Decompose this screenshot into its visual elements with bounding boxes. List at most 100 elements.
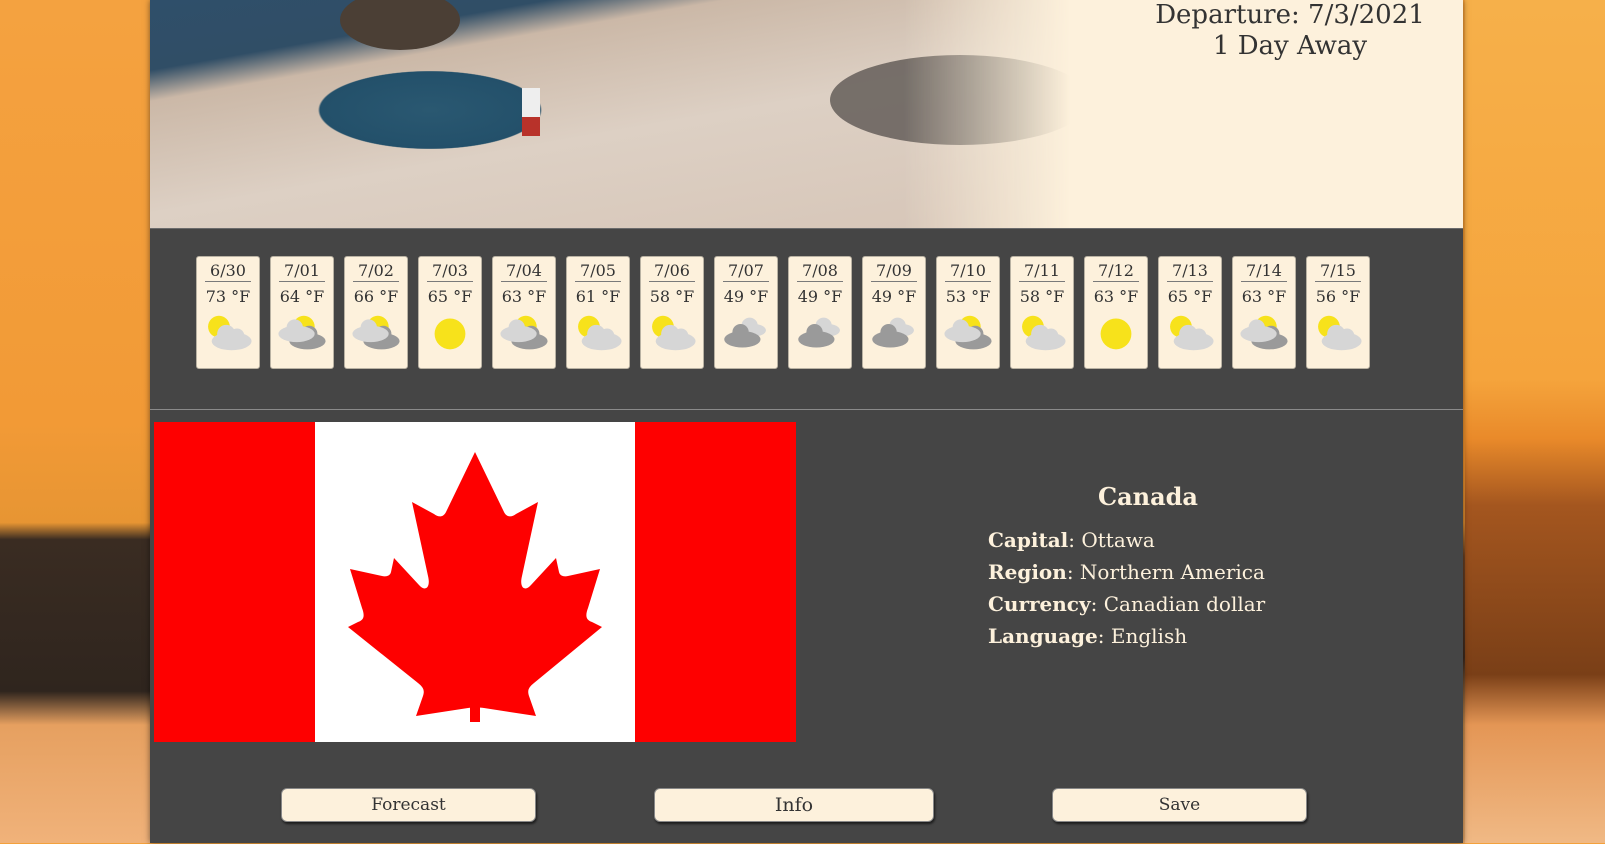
forecast-date: 7/13 bbox=[1167, 261, 1213, 282]
flag-band-left bbox=[154, 422, 315, 742]
country-section: Canada Capital: Ottawa Region: Northern … bbox=[150, 410, 1463, 844]
save-button[interactable]: Save bbox=[1052, 788, 1307, 822]
forecast-date: 7/14 bbox=[1241, 261, 1287, 282]
forecast-date: 7/11 bbox=[1019, 261, 1065, 282]
background-scenery-right bbox=[1465, 0, 1605, 843]
forecast-days: 6/30 73 °F 7/01 64 °F 7/02 66 °F 7/03 65 °F 7… bbox=[196, 256, 1370, 369]
photo-rock bbox=[340, 0, 460, 50]
forecast-day-card[interactable]: 7/13 65 °F bbox=[1158, 256, 1222, 369]
region-label: Region bbox=[988, 560, 1067, 584]
forecast-temp: 65 °F bbox=[427, 287, 473, 306]
cloudy-icon bbox=[798, 317, 840, 348]
flag-band-center bbox=[315, 422, 635, 742]
forecast-temp: 49 °F bbox=[723, 287, 769, 306]
currency-row: Currency: Canadian dollar bbox=[988, 592, 1266, 616]
forecast-day-card[interactable]: 7/14 63 °F bbox=[1232, 256, 1296, 369]
forecast-temp: 49 °F bbox=[871, 287, 917, 306]
forecast-temp: 63 °F bbox=[1093, 287, 1139, 306]
forecast-date: 7/08 bbox=[797, 261, 843, 282]
forecast-day-card[interactable]: 7/11 58 °F bbox=[1010, 256, 1074, 369]
region-value: Northern America bbox=[1079, 560, 1265, 584]
main-panel: Departure: 7/3/2021 1 Day Away 6/30 73 °F… bbox=[150, 0, 1463, 843]
forecast-date: 7/09 bbox=[871, 261, 917, 282]
sun-icon bbox=[1100, 318, 1132, 350]
currency-label: Currency bbox=[988, 592, 1091, 616]
partly-cloudy-icon bbox=[1240, 315, 1288, 350]
photo-lighthouse-reflection bbox=[522, 88, 540, 136]
partly-cloudy-icon bbox=[352, 315, 400, 350]
forecast-day-card[interactable]: 7/02 66 °F bbox=[344, 256, 408, 369]
forecast-date: 7/03 bbox=[427, 261, 473, 282]
sun-icon bbox=[434, 318, 466, 350]
forecast-day-card[interactable]: 7/08 49 °F bbox=[788, 256, 852, 369]
capital-row: Capital: Ottawa bbox=[988, 528, 1155, 552]
flag-band-right bbox=[635, 422, 796, 742]
departure-countdown: 1 Day Away bbox=[1212, 31, 1368, 61]
forecast-temp: 58 °F bbox=[1019, 287, 1065, 306]
forecast-temp: 73 °F bbox=[205, 287, 251, 306]
forecast-date: 7/02 bbox=[353, 261, 399, 282]
destination-photo bbox=[150, 0, 1070, 228]
forecast-strip: 6/30 73 °F 7/01 64 °F 7/02 66 °F 7/03 65 °F 7… bbox=[150, 229, 1463, 410]
forecast-temp: 58 °F bbox=[649, 287, 695, 306]
departure-date: Departure: 7/3/2021 bbox=[1155, 0, 1425, 30]
forecast-temp: 63 °F bbox=[1241, 287, 1287, 306]
sun-behind-cloud-icon bbox=[1022, 315, 1066, 351]
sun-behind-cloud-icon bbox=[1318, 315, 1362, 351]
country-name: Canada bbox=[1098, 482, 1198, 511]
forecast-day-card[interactable]: 7/12 63 °F bbox=[1084, 256, 1148, 369]
forecast-day-card[interactable]: 7/03 65 °F bbox=[418, 256, 482, 369]
forecast-date: 7/07 bbox=[723, 261, 769, 282]
sun-behind-cloud-icon bbox=[208, 315, 252, 351]
forecast-day-card[interactable]: 7/07 49 °F bbox=[714, 256, 778, 369]
forecast-day-card[interactable]: 7/09 49 °F bbox=[862, 256, 926, 369]
forecast-day-card[interactable]: 7/10 53 °F bbox=[936, 256, 1000, 369]
sun-behind-cloud-icon bbox=[652, 315, 696, 351]
partly-cloudy-icon bbox=[278, 315, 326, 350]
country-flag bbox=[154, 422, 796, 742]
cloudy-icon bbox=[872, 317, 914, 348]
info-button[interactable]: Info bbox=[654, 788, 934, 822]
language-label: Language bbox=[988, 624, 1098, 648]
photo-rock bbox=[830, 55, 1070, 145]
forecast-temp: 53 °F bbox=[945, 287, 991, 306]
forecast-day-card[interactable]: 7/06 58 °F bbox=[640, 256, 704, 369]
forecast-temp: 49 °F bbox=[797, 287, 843, 306]
forecast-day-card[interactable]: 7/05 61 °F bbox=[566, 256, 630, 369]
forecast-temp: 65 °F bbox=[1167, 287, 1213, 306]
forecast-date: 6/30 bbox=[205, 261, 251, 282]
forecast-date: 7/06 bbox=[649, 261, 695, 282]
forecast-button[interactable]: Forecast bbox=[281, 788, 536, 822]
language-row: Language: English bbox=[988, 624, 1188, 648]
sun-behind-cloud-icon bbox=[1170, 315, 1214, 351]
partly-cloudy-icon bbox=[944, 315, 992, 350]
background-scenery-left bbox=[0, 0, 150, 843]
forecast-temp: 63 °F bbox=[501, 287, 547, 306]
forecast-temp: 66 °F bbox=[353, 287, 399, 306]
forecast-date: 7/10 bbox=[945, 261, 991, 282]
capital-value: Ottawa bbox=[1081, 528, 1155, 552]
forecast-date: 7/05 bbox=[575, 261, 621, 282]
language-value: English bbox=[1110, 624, 1188, 648]
forecast-date: 7/15 bbox=[1315, 261, 1361, 282]
header: Departure: 7/3/2021 1 Day Away bbox=[150, 0, 1463, 229]
forecast-day-card[interactable]: 7/01 64 °F bbox=[270, 256, 334, 369]
maple-leaf-icon bbox=[348, 452, 602, 722]
forecast-day-card[interactable]: 7/15 56 °F bbox=[1306, 256, 1370, 369]
sun-behind-cloud-icon bbox=[578, 315, 622, 351]
forecast-temp: 61 °F bbox=[575, 287, 621, 306]
forecast-temp: 64 °F bbox=[279, 287, 325, 306]
cloudy-icon bbox=[724, 317, 766, 348]
capital-label: Capital bbox=[988, 528, 1069, 552]
country-info: Canada Capital: Ottawa Region: Northern … bbox=[988, 480, 1308, 652]
partly-cloudy-icon bbox=[500, 315, 548, 350]
forecast-temp: 56 °F bbox=[1315, 287, 1361, 306]
departure-info: Departure: 7/3/2021 1 Day Away bbox=[1140, 0, 1440, 62]
forecast-day-card[interactable]: 6/30 73 °F bbox=[196, 256, 260, 369]
currency-value: Canadian dollar bbox=[1103, 592, 1266, 616]
forecast-date: 7/01 bbox=[279, 261, 325, 282]
forecast-date: 7/04 bbox=[501, 261, 547, 282]
region-row: Region: Northern America bbox=[988, 560, 1265, 584]
forecast-day-card[interactable]: 7/04 63 °F bbox=[492, 256, 556, 369]
forecast-date: 7/12 bbox=[1093, 261, 1139, 282]
